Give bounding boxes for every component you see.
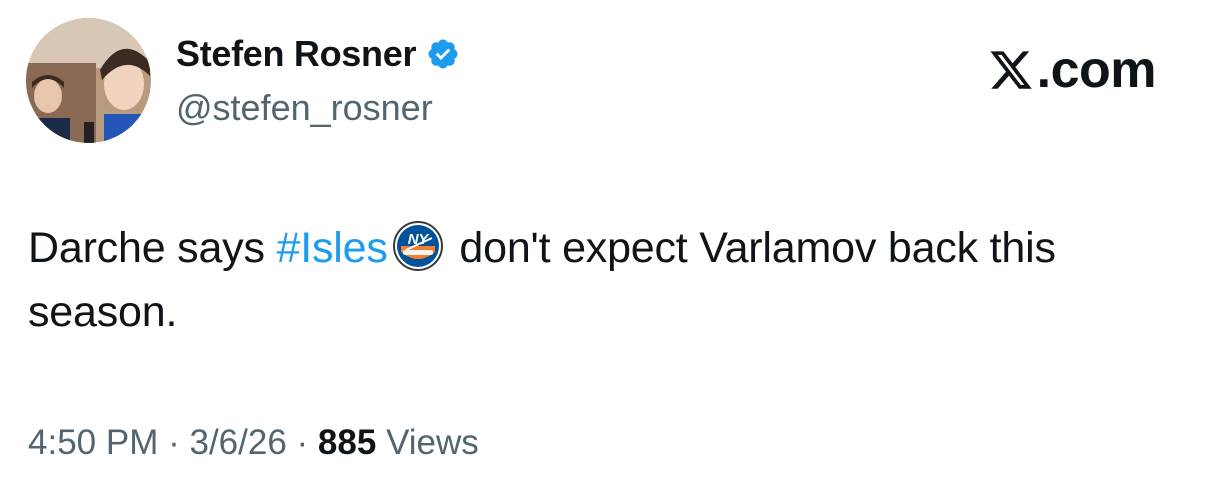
verified-badge-icon — [428, 39, 458, 69]
tweet-meta: 4:50 PM · 3/6/26 · 885 Views — [28, 420, 479, 466]
author-handle[interactable]: @stefen_rosner — [176, 86, 433, 130]
avatar[interactable] — [26, 18, 151, 143]
x-logo-icon — [990, 51, 1032, 89]
author-name-text: Stefen Rosner — [176, 33, 417, 74]
tweet-text-before: Darche says — [28, 224, 277, 272]
brand-label: .com — [1036, 41, 1157, 99]
x-brand-logo: .com — [987, 41, 1157, 99]
author-display-name[interactable]: Stefen Rosner — [176, 32, 460, 76]
meta-separator: · — [168, 423, 180, 462]
avatar-photo — [26, 18, 151, 143]
tweet-time[interactable]: 4:50 PM — [28, 423, 158, 462]
meta-separator: · — [296, 423, 309, 462]
tweet-date[interactable]: 3/6/26 — [189, 423, 286, 462]
views-count[interactable]: 885 — [318, 423, 376, 462]
views-label[interactable]: Views — [386, 423, 479, 462]
tweet-text: Darche says #Isles NY don't expect Varla… — [28, 216, 1148, 344]
hashtag-link[interactable]: #Isles — [277, 224, 388, 272]
new-york-islanders-logo-icon: NY — [392, 221, 443, 271]
